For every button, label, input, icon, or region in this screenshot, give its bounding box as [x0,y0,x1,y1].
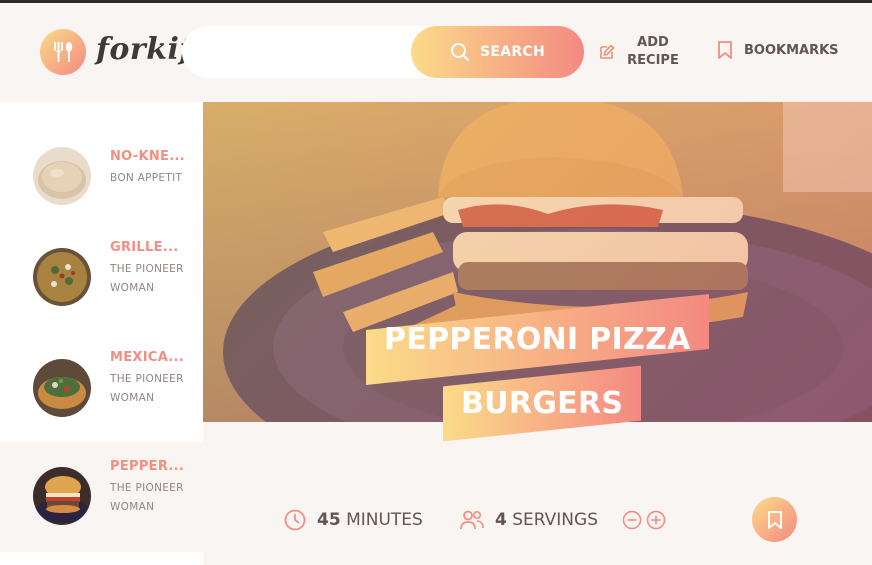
edit-icon [600,44,615,59]
plus-circle-icon[interactable] [646,510,666,530]
bookmark-icon [718,41,732,59]
result-title: PEPPER... [110,459,185,474]
recipe-info-time: 45 MINUTES [283,508,423,532]
result-thumbnail [33,359,91,417]
result-thumbnail [33,147,91,205]
result-item[interactable]: MEXICA... THE PIONEER WOMAN [0,324,203,442]
result-item[interactable]: GRILLE... THE PIONEER WOMAN [0,214,203,324]
search-button[interactable]: SEARCH [411,26,584,78]
minus-circle-icon[interactable] [622,510,642,530]
result-title: GRILLE... [110,240,179,255]
servings-unit: SERVINGS [512,510,598,530]
recipe-info-servings: 4 SERVINGS [459,508,666,532]
logo-badge[interactable] [40,29,86,75]
result-item-active[interactable]: PEPPER... THE PIONEER WOMAN [0,442,203,552]
image-overlay [203,102,872,422]
result-publisher: THE PIONEER WOMAN [110,373,184,404]
servings-value: 4 [495,510,507,530]
result-thumbnail [33,248,91,306]
cooking-time-unit: MINUTES [346,510,423,530]
search-icon [450,43,469,61]
header: forkify SEARCH ADD RECIPE BOOKMARKS [0,3,872,102]
add-recipe-button[interactable]: ADD RECIPE [598,34,680,70]
result-title: MEXICA... [110,350,185,365]
result-publisher: BON APPETIT [110,172,183,184]
recipe-details: 45 MINUTES 4 SERVINGS [203,422,872,565]
search-results: NO-KNE... BON APPETIT GRILLE... THE PION… [0,102,203,565]
recipe-image [203,102,872,422]
clock-icon [284,509,306,531]
bookmark-recipe-button[interactable] [752,497,797,542]
result-item[interactable]: NO-KNE... BON APPETIT [0,102,203,214]
fork-knife-icon [54,42,73,62]
add-recipe-label: ADD RECIPE [627,35,679,68]
cooking-time-value: 45 [317,510,341,530]
search-input[interactable] [182,26,422,78]
search-form: SEARCH [182,26,584,78]
bookmark-icon [767,510,782,529]
result-publisher: THE PIONEER WOMAN [110,263,184,294]
result-publisher: THE PIONEER WOMAN [110,482,184,513]
users-icon [460,510,484,530]
search-button-label: SEARCH [479,44,546,60]
result-thumbnail [33,467,91,525]
result-title: NO-KNE... [110,149,185,164]
bookmarks-label: BOOKMARKS [744,42,839,58]
bookmarks-button[interactable]: BOOKMARKS [716,40,839,60]
servings-controls [622,510,666,530]
